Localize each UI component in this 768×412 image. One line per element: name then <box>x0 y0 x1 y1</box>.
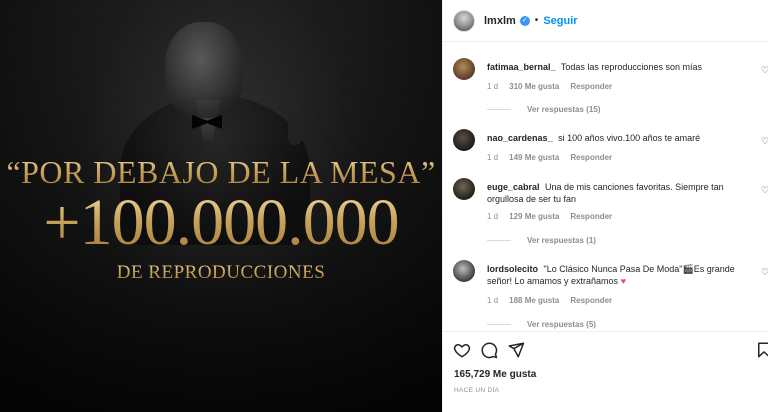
comment-meta: 1 d 310 Me gusta Responder <box>487 82 612 91</box>
avatar[interactable] <box>453 178 475 200</box>
comment-age: 1 d <box>487 296 499 305</box>
verified-badge-icon: ✓ <box>519 15 530 26</box>
view-replies-label: Ver respuestas (15) <box>527 105 601 114</box>
avatar[interactable] <box>453 58 475 80</box>
comment-username[interactable]: nao_cardenas_ <box>487 133 553 143</box>
media-caption: DE REPRODUCCIONES <box>0 262 442 284</box>
red-heart-emoji-icon: ♥ <box>620 276 626 286</box>
like-comment-heart-icon[interactable]: ♡ <box>761 268 768 277</box>
comment-meta: 1 d 149 Me gusta Responder <box>487 153 612 162</box>
reply-button[interactable]: Responder <box>570 153 612 162</box>
comment-text: lordsolecito "Lo Clásico Nunca Pasa De M… <box>487 263 747 287</box>
comment-username[interactable]: fatimaa_bernal_ <box>487 62 556 72</box>
comment-body: Todas las reproducciones son mías <box>560 62 702 72</box>
avatar[interactable] <box>453 129 475 151</box>
comment-bubble-icon[interactable] <box>480 341 498 359</box>
replies-divider <box>487 109 511 110</box>
share-paper-plane-icon[interactable] <box>507 341 525 359</box>
save-bookmark-icon[interactable] <box>755 341 768 359</box>
clapper-emoji-icon: 🎬 <box>682 264 694 274</box>
like-comment-heart-icon[interactable]: ♡ <box>761 66 768 75</box>
comment-username[interactable]: lordsolecito <box>487 264 538 274</box>
view-replies-button[interactable]: Ver respuestas (1) <box>487 236 596 245</box>
comment-text: nao_cardenas_ si 100 años vivo.100 años … <box>487 132 747 144</box>
avatar[interactable] <box>453 9 475 32</box>
comment-age: 1 d <box>487 153 499 162</box>
post-header: lmxlm ✓ • Seguir <box>443 0 768 42</box>
media-play-count: +100.000.000 <box>0 190 442 256</box>
post-sidebar: lmxlm ✓ • Seguir fatimaa_bernal_ Todas l… <box>442 0 768 412</box>
replies-divider <box>487 240 511 241</box>
comment-meta: 1 d 129 Me gusta Responder <box>487 212 612 221</box>
view-replies-label: Ver respuestas (5) <box>527 320 596 329</box>
comment-username[interactable]: euge_cabral <box>487 182 540 192</box>
post-media[interactable]: “POR DEBAJO DE LA MESA” +100.000.000 DE … <box>0 0 442 412</box>
avatar[interactable] <box>453 260 475 282</box>
comment-likes[interactable]: 188 Me gusta <box>509 296 559 305</box>
header-separator: • <box>534 15 539 26</box>
post-actions-bar <box>443 331 768 365</box>
view-replies-button[interactable]: Ver respuestas (5) <box>487 320 596 329</box>
reply-button[interactable]: Responder <box>570 82 612 91</box>
post-likes-count[interactable]: 165,729 Me gusta <box>454 369 536 380</box>
comment-age: 1 d <box>487 82 499 91</box>
comment-meta: 1 d 188 Me gusta Responder <box>487 296 612 305</box>
reply-button[interactable]: Responder <box>570 296 612 305</box>
comment-likes[interactable]: 129 Me gusta <box>509 212 559 221</box>
comment-text: fatimaa_bernal_ Todas las reproducciones… <box>487 61 747 73</box>
reply-button[interactable]: Responder <box>570 212 612 221</box>
comment-body-quote: "Lo Clásico Nunca Pasa De Moda" <box>543 264 683 274</box>
view-replies-button[interactable]: Ver respuestas (15) <box>487 105 600 114</box>
like-comment-heart-icon[interactable]: ♡ <box>761 137 768 146</box>
comment-likes[interactable]: 310 Me gusta <box>509 82 559 91</box>
post-timestamp: HACE UN DÍA <box>454 387 500 394</box>
view-replies-label: Ver respuestas (1) <box>527 236 596 245</box>
comment-likes[interactable]: 149 Me gusta <box>509 153 559 162</box>
like-heart-icon[interactable] <box>453 341 471 359</box>
comment-age: 1 d <box>487 212 499 221</box>
comment-text: euge_cabral Una de mis canciones favorit… <box>487 181 747 205</box>
follow-button[interactable]: Seguir <box>543 15 577 27</box>
comment-body: si 100 años vivo.100 años te amaré <box>558 133 701 143</box>
post-author-username[interactable]: lmxlm <box>484 15 516 27</box>
replies-divider <box>487 324 511 325</box>
like-comment-heart-icon[interactable]: ♡ <box>761 186 768 195</box>
